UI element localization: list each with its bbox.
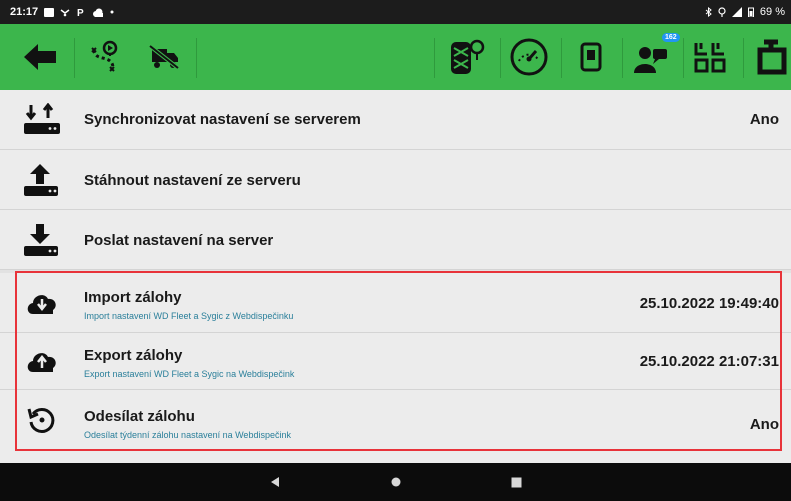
import-backup-description: Import nastavení WD Fleet a Sygic z Webd… bbox=[84, 311, 294, 321]
route-icon[interactable] bbox=[82, 24, 126, 90]
status-bar: 21:17 P 69 % bbox=[0, 0, 791, 24]
sync-settings-row[interactable]: Synchronizovat nastavení se serverem Ano bbox=[0, 90, 791, 150]
truck-off-icon[interactable] bbox=[142, 24, 186, 90]
message-count-badge: 162 bbox=[662, 33, 680, 42]
send-backup-value: Ano bbox=[749, 416, 779, 433]
download-settings-label: Stáhnout nastavení ze serveru bbox=[84, 172, 301, 189]
cloud-download-icon bbox=[20, 283, 64, 323]
import-backup-row[interactable]: Import zálohy Import nastavení WD Fleet … bbox=[0, 273, 791, 333]
export-backup-description: Export nastavení WD Fleet a Sygic na Web… bbox=[84, 369, 295, 379]
upload-server-icon bbox=[20, 220, 64, 260]
grid-icon[interactable] bbox=[688, 24, 732, 90]
location-icon bbox=[718, 7, 726, 17]
send-backup-label: Odesílat zálohu bbox=[84, 408, 195, 425]
export-backup-timestamp: 25.10.2022 21:07:31 bbox=[639, 353, 779, 370]
battery-level: 69 % bbox=[759, 6, 785, 18]
upload-settings-label: Poslat nastavení na server bbox=[84, 232, 274, 249]
cloud-icon bbox=[93, 8, 104, 17]
speedometer-icon[interactable] bbox=[504, 24, 554, 90]
download-settings-row[interactable]: Stáhnout nastavení ze serveru bbox=[0, 150, 791, 210]
back-arrow-icon[interactable] bbox=[18, 24, 62, 90]
send-backup-row[interactable]: Odesílat zálohu Odesílat týdenní zálohu … bbox=[0, 390, 791, 450]
signal-icon bbox=[731, 7, 742, 17]
recents-icon[interactable] bbox=[496, 463, 536, 501]
export-backup-row[interactable]: Export zálohy Export nastavení WD Fleet … bbox=[0, 333, 791, 390]
system-nav-bar bbox=[0, 463, 791, 501]
cloud-upload-icon bbox=[20, 341, 64, 381]
back-icon[interactable] bbox=[255, 463, 295, 501]
notification-icon bbox=[44, 7, 55, 17]
status-time: 21:17 bbox=[10, 6, 39, 18]
restore-icon bbox=[20, 400, 64, 440]
cast-icon bbox=[60, 8, 70, 16]
dot-icon bbox=[110, 10, 114, 14]
svg-text:P: P bbox=[77, 8, 84, 17]
battery-icon bbox=[747, 7, 754, 17]
export-backup-label: Export zálohy bbox=[84, 347, 183, 364]
app-toolbar: 162 bbox=[0, 24, 791, 90]
sync-icon bbox=[20, 100, 64, 140]
bluetooth-icon bbox=[705, 7, 712, 17]
fuel-icon[interactable] bbox=[570, 24, 614, 90]
send-backup-description: Odesílat týdenní zálohu nastavení na Web… bbox=[84, 430, 291, 440]
sync-settings-label: Synchronizovat nastavení se serverem bbox=[84, 111, 361, 128]
import-backup-timestamp: 25.10.2022 19:49:40 bbox=[639, 295, 779, 312]
download-server-icon bbox=[20, 160, 64, 200]
upload-settings-row[interactable]: Poslat nastavení na server bbox=[0, 210, 791, 270]
tire-icon[interactable] bbox=[442, 24, 492, 90]
import-backup-label: Import zálohy bbox=[84, 289, 182, 306]
sync-settings-value: Ano bbox=[749, 111, 779, 128]
app-logo-icon[interactable] bbox=[752, 24, 791, 90]
home-icon[interactable] bbox=[376, 463, 416, 501]
parking-icon: P bbox=[77, 8, 84, 17]
